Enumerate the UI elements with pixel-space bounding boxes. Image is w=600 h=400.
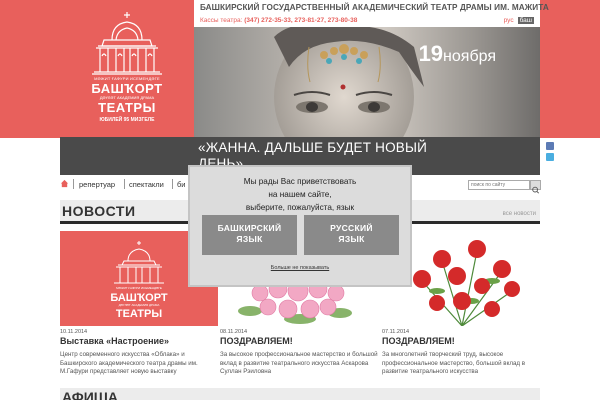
right-decoration [540, 0, 600, 138]
lang-rus-link[interactable]: рус [504, 17, 514, 24]
event-date: 19ноября [419, 41, 496, 67]
news-title[interactable]: ПОЗДРАВЛЯЕМ! [220, 336, 293, 346]
russian-button-line-1: РУССКИЙ [330, 223, 373, 233]
search-icon [532, 186, 540, 194]
site-title: БАШКИРСКИЙ ГОСУДАРСТВЕННЫЙ АКАДЕМИЧЕСКИЙ… [200, 3, 549, 12]
top-strip: БАШКИРСКИЙ ГОСУДАРСТВЕННЫЙ АКАДЕМИЧЕСКИЙ… [194, 0, 549, 27]
svg-text:МӘЖИТ ҒАФУРИ ИСЕМЕНДӘГЕ: МӘЖИТ ҒАФУРИ ИСЕМЕНДӘГЕ [116, 286, 162, 290]
home-icon[interactable] [60, 179, 69, 188]
bashkir-button-line-1: БАШКИРСКИЙ [217, 223, 282, 233]
news-date: 08.11.2014 [220, 329, 248, 335]
lang-bash-link[interactable]: баш [517, 17, 534, 24]
twitter-icon[interactable] [546, 153, 554, 161]
search-input[interactable] [468, 180, 530, 190]
left-decoration [0, 0, 60, 138]
logo-title-bashkort: БАШҠОРТ [91, 81, 163, 96]
svg-text:ДӘҮЛӘТ АКАДЕМИЯ ДРАМА: ДӘҮЛӘТ АКАДЕМИЯ ДРАМА [119, 303, 160, 307]
nav-item-performances[interactable]: спектакли [129, 180, 164, 189]
nav-item-tickets[interactable]: би [177, 180, 186, 189]
hero-banner[interactable]: 19ноября [194, 27, 540, 137]
modal-message: Мы рады Вас приветствовать на нашем сайт… [190, 175, 410, 214]
modal-message-line-3: выберите, пожалуйста, язык [245, 203, 355, 212]
russian-language-button[interactable]: РУССКИЙ ЯЗЫК [304, 215, 399, 255]
nav-separator [172, 179, 173, 189]
afisha-header: АФИША [60, 388, 540, 400]
theatre-building-icon [92, 12, 162, 75]
theatre-logo[interactable]: МӘЖИТ ҒАФУРИ ИСЕМЕНДӘГЕ БАШҠОРТ ДӘҮЛӘТ А… [60, 0, 194, 137]
news-body: Центр современного искусства «Облака» и … [60, 351, 198, 375]
facebook-icon[interactable] [546, 142, 554, 150]
bashkir-button-line-2: ЯЗЫК [236, 234, 263, 244]
news-heading: НОВОСТИ [62, 203, 136, 219]
search-button[interactable] [530, 180, 541, 194]
bashkir-language-button[interactable]: БАШКИРСКИЙ ЯЗЫК [202, 215, 297, 255]
logo-title-teatry: ТЕАТРЫ [98, 100, 156, 115]
dont-show-again-link[interactable]: Больше не показывать [190, 265, 410, 271]
event-day: 19 [418, 41, 444, 66]
language-modal: Мы рады Вас приветствовать на нашем сайт… [188, 165, 412, 287]
modal-message-line-2: на нашем сайте, [268, 190, 332, 199]
news-body: За многолетний творческий труд, высокое … [382, 351, 526, 375]
cashbox-label: Кассы театра: [200, 17, 243, 24]
nav-separator [124, 179, 125, 189]
nav-separator [73, 179, 74, 189]
news-date: 07.11.2014 [382, 329, 410, 335]
russian-button-line-2: ЯЗЫК [338, 234, 365, 244]
nav-item-repertoire[interactable]: репертуар [79, 180, 115, 189]
afisha-heading: АФИША [62, 389, 118, 400]
news-title[interactable]: Выставка «Настроение» [60, 336, 169, 346]
cashbox-info: Кассы театра: (347) 272-35-33, 273-81-27… [200, 17, 357, 24]
news-body: За высокое профессиональное мастерство и… [220, 351, 378, 375]
news-title[interactable]: ПОЗДРАВЛЯЕМ! [382, 336, 455, 346]
logo-jubilee: ЮБИЛЕЙ 95 МИЗГЕЛЕ [99, 117, 155, 123]
language-switch: рус баш [504, 17, 534, 24]
cashbox-phones: (347) 272-35-33, 273-81-27, 273-80-38 [244, 17, 358, 24]
event-month: ноября [443, 48, 496, 65]
svg-text:ТЕАТРЫ: ТЕАТРЫ [116, 308, 163, 320]
modal-message-line-1: Мы рады Вас приветствовать [243, 177, 357, 186]
all-news-link[interactable]: все новости [503, 211, 536, 217]
news-date: 10.11.2014 [60, 329, 88, 335]
